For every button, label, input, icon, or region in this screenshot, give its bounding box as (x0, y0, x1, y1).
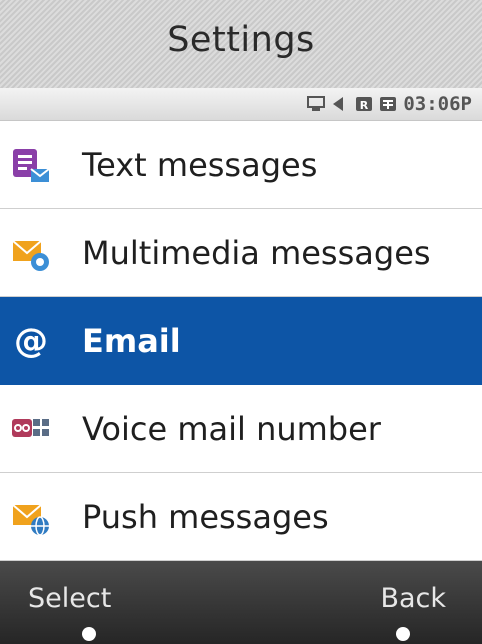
voicemail-icon (10, 408, 52, 450)
right-softkey-indicator (396, 627, 410, 641)
back-softkey[interactable]: Back (380, 583, 446, 614)
menu-item-voice-mail-number[interactable]: Voice mail number (0, 385, 482, 473)
svg-text:R: R (360, 99, 369, 112)
title-bar: Settings (0, 0, 482, 89)
select-softkey[interactable]: Select (28, 583, 111, 614)
left-softkey-indicator (82, 627, 96, 641)
menu-item-label: Email (82, 321, 181, 360)
multimedia-message-icon (10, 232, 52, 274)
r-badge-icon: R (355, 96, 373, 112)
menu-item-multimedia-messages[interactable]: Multimedia messages (0, 209, 482, 297)
grid-badge-icon (379, 96, 397, 112)
page-title: Settings (167, 20, 315, 60)
status-time: 03:06P (403, 93, 472, 115)
menu-item-text-messages[interactable]: Text messages (0, 121, 482, 209)
menu-item-label: Text messages (82, 145, 318, 184)
menu-item-label: Voice mail number (82, 409, 381, 448)
menu-item-label: Push messages (82, 497, 329, 536)
softkey-bar: Select Back (0, 561, 482, 644)
status-icons: R 03:06P (307, 92, 472, 116)
text-message-icon (10, 144, 52, 186)
at-icon: @ (14, 320, 48, 361)
computer-icon (307, 96, 326, 112)
menu-item-email[interactable]: @ Email (0, 297, 482, 385)
menu-item-push-messages[interactable]: Push messages (0, 473, 482, 561)
settings-menu: Text messages Multimedia messages @ Emai… (0, 121, 482, 561)
phone-screen: Settings R 03:06P Text messages Multimed… (0, 0, 482, 644)
push-message-icon (10, 496, 52, 538)
status-bar: R 03:06P (0, 88, 482, 121)
speaker-icon (331, 96, 349, 112)
menu-item-label: Multimedia messages (82, 233, 431, 272)
